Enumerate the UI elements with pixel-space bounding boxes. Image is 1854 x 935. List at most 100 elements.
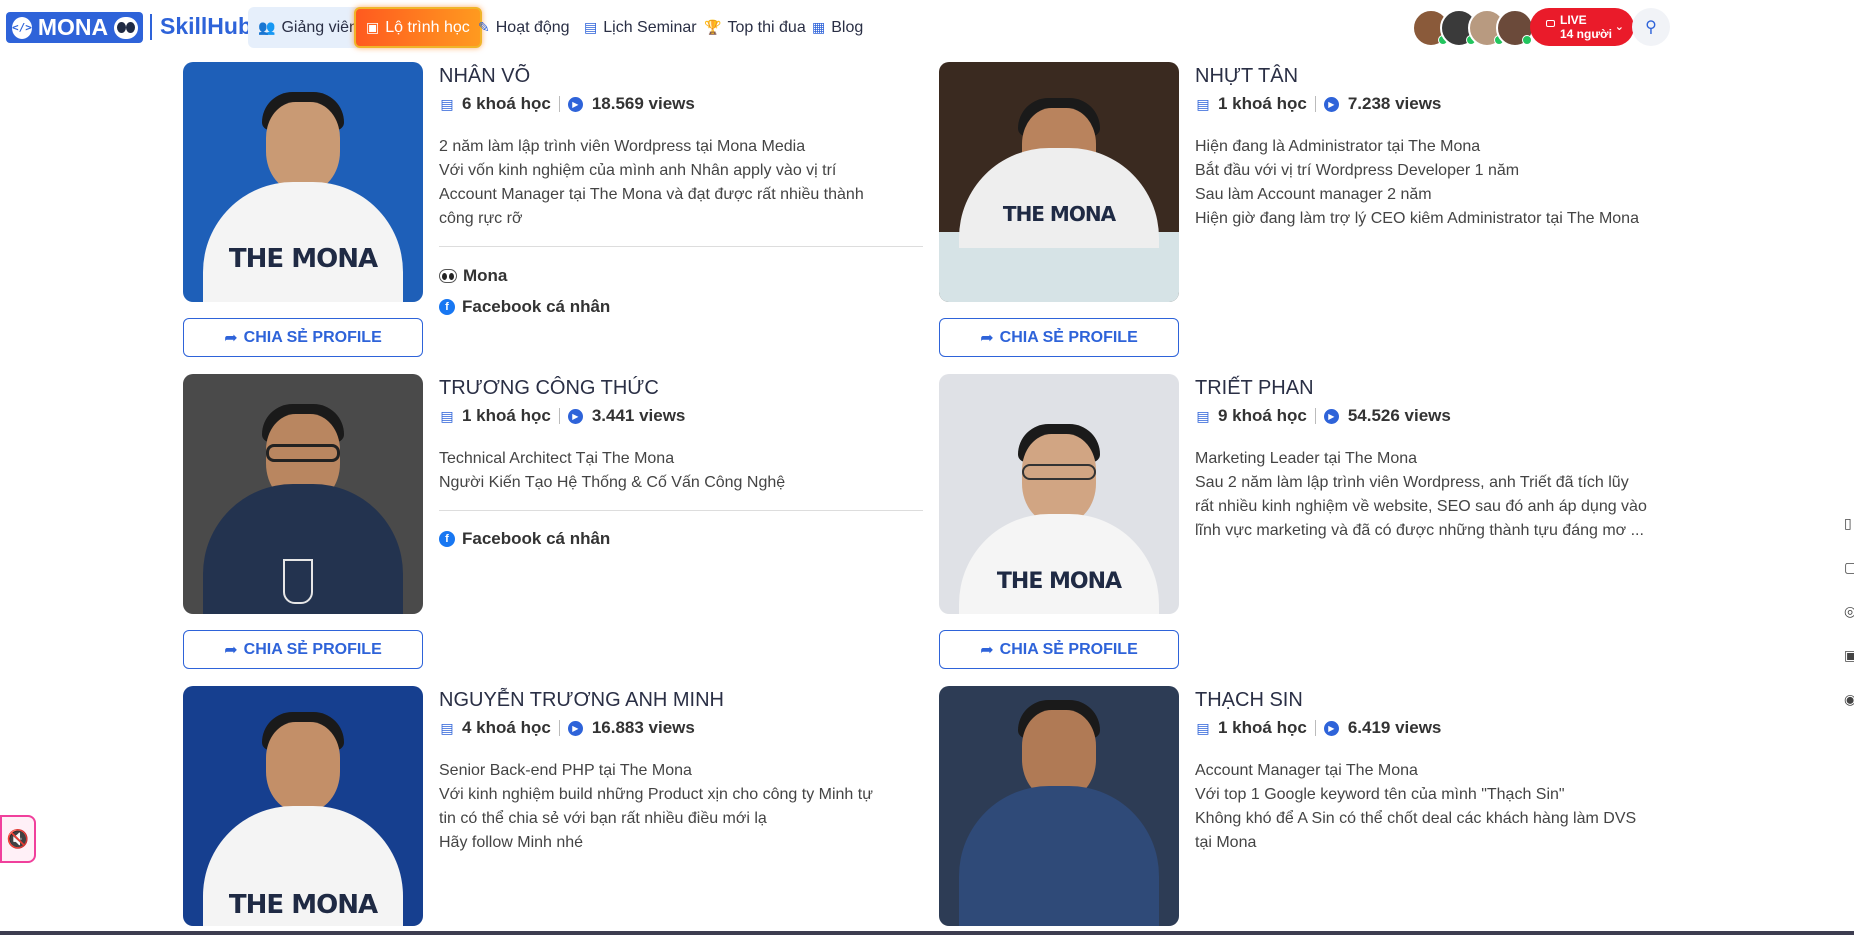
bio-line: Người Kiến Tạo Hệ Thống & Cố Vấn Công Ng…: [439, 474, 786, 491]
calendar-icon: ▤: [584, 19, 598, 35]
bio-line: Không khó để A Sin có thể chốt deal các …: [1195, 810, 1637, 827]
nav-hoat-dong[interactable]: ✎ Hoạt động: [468, 7, 580, 48]
instructor-card: ➦ CHIA SẺ PROFILE TRƯƠNG CÔNG THỨC ▤ 1 k…: [183, 374, 923, 669]
photo-face: [266, 102, 340, 192]
play-icon: ▶: [1323, 408, 1339, 424]
instructor-bio: Account Manager tại The Mona Với top 1 G…: [1195, 759, 1685, 855]
instructor-card: THE MONA ➦ CHIA SẺ PROFILE TRIẾT PHAN ▤ …: [939, 374, 1679, 669]
instructor-photo[interactable]: THE MONA: [939, 374, 1179, 614]
nav-giang-vien[interactable]: 👥 Giảng viên: [248, 7, 368, 48]
share-profile-button[interactable]: ➦ CHIA SẺ PROFILE: [183, 318, 423, 357]
course-icon: ▤: [1196, 95, 1210, 112]
play-icon: ▶: [567, 96, 583, 112]
nav-label: Lộ trình học: [385, 18, 470, 36]
instructor-name: TRIẾT PHAN: [1195, 377, 1314, 399]
instructor-card: THẠCH SIN ▤ 1 khoá học ▶ 6.419 views Acc…: [939, 686, 1679, 935]
share-icon: ➦: [980, 329, 994, 347]
share-profile-button[interactable]: ➦ CHIA SẺ PROFILE: [939, 630, 1179, 669]
photo-brand: THE MONA: [1002, 202, 1116, 226]
nav-lich-seminar[interactable]: ▤ Lịch Seminar: [574, 7, 707, 48]
nav-blog[interactable]: ▦ Blog: [802, 7, 873, 48]
bio-line: Bắt đầu với vị trí Wordpress Developer 1…: [1195, 162, 1520, 179]
link-label: Facebook cá nhân: [462, 529, 611, 548]
facebook-link[interactable]: f Facebook cá nhân: [439, 297, 610, 317]
search-button[interactable]: ⚲: [1632, 8, 1670, 46]
share-label: CHIA SẺ PROFILE: [243, 328, 382, 346]
bio-line: Technical Architect Tại The Mona: [439, 450, 675, 467]
instructor-photo[interactable]: [183, 374, 423, 614]
bio-line: Senior Back-end PHP tại The Mona: [439, 762, 692, 779]
phone-icon[interactable]: ▯: [1844, 515, 1854, 559]
facebook-icon: f: [439, 531, 455, 547]
users-icon[interactable]: ▣: [1844, 647, 1854, 691]
avatar: [1496, 8, 1534, 47]
instructor-photo[interactable]: THE MONA: [183, 62, 423, 302]
instructor-name: NHÂN VÕ: [439, 65, 531, 87]
bio-line: 2 năm làm lập trình viên Wordpress tại M…: [439, 138, 806, 155]
bio-line: công rực rỡ: [439, 210, 523, 227]
nav-top-thi-dua[interactable]: 🏆 Top thi đua: [694, 7, 816, 48]
link-label: Mona: [463, 266, 508, 285]
blog-icon: ▦: [812, 19, 826, 35]
photo-brand: THE MONA: [228, 890, 378, 920]
live-icon: [1546, 20, 1555, 27]
bio-line: Marketing Leader tại The Mona: [1195, 450, 1418, 467]
play-icon: ▶: [1323, 96, 1339, 112]
share-profile-button[interactable]: ➦ CHIA SẺ PROFILE: [183, 630, 423, 669]
bio-line: Account Manager tại The Mona và đạt được…: [439, 186, 864, 203]
share-label: CHIA SẺ PROFILE: [999, 328, 1138, 346]
megaphone-icon: ✎: [478, 19, 490, 35]
glasses-icon: [1022, 464, 1096, 480]
instructor-stats: ▤ 1 khoá học ▶ 6.419 views: [1195, 718, 1441, 738]
share-label: CHIA SẺ PROFILE: [243, 640, 382, 658]
view-count: 6.419 views: [1347, 718, 1442, 737]
instructor-photo[interactable]: [939, 686, 1179, 926]
stats-divider: [558, 720, 560, 736]
live-badge[interactable]: LIVE 14 người ⌄: [1530, 8, 1634, 46]
play-icon: ▶: [567, 720, 583, 736]
photo-body: [203, 182, 403, 302]
instructor-bio: 2 năm làm lập trình viên Wordpress tại M…: [439, 135, 929, 231]
wine-glass-icon: [283, 559, 313, 604]
code-icon: </>: [12, 16, 32, 39]
mail-icon[interactable]: ◎: [1844, 603, 1854, 647]
share-profile-button[interactable]: ➦ CHIA SẺ PROFILE: [939, 318, 1179, 357]
course-icon: ▤: [1196, 407, 1210, 424]
facebook-link[interactable]: f Facebook cá nhân: [439, 529, 610, 549]
instructor-stats: ▤ 1 khoá học ▶ 3.441 views: [439, 406, 685, 426]
bio-line: Với top 1 Google keyword tên của mình "T…: [1195, 786, 1565, 803]
bio-line: Sau làm Account manager 2 năm: [1195, 186, 1432, 203]
chat-icon[interactable]: ▢: [1844, 559, 1854, 603]
photo-brand: THE MONA: [996, 569, 1122, 594]
bio-line: tại Mona: [1195, 834, 1257, 851]
mona-link[interactable]: Mona: [439, 266, 507, 286]
share-icon: ➦: [224, 329, 238, 347]
play-icon: ▶: [1323, 720, 1339, 736]
course-count: 4 khoá học: [462, 718, 551, 737]
bio-line: Account Manager tại The Mona: [1195, 762, 1418, 779]
view-count: 7.238 views: [1347, 94, 1442, 113]
nav-lo-trinh-hoc[interactable]: ▣ Lộ trình học: [354, 7, 482, 48]
mona-logo[interactable]: </> MONA: [6, 12, 143, 43]
instructor-photo[interactable]: THE MONA: [939, 62, 1179, 302]
live-viewers[interactable]: LIVE 14 người ⌄: [1412, 7, 1634, 48]
view-count: 16.883 views: [591, 718, 695, 737]
bio-line: Hiện giờ đang làm trợ lý CEO kiêm Admini…: [1195, 210, 1639, 227]
bot-icon[interactable]: ◉: [1844, 691, 1854, 735]
chevron-down-icon: ⌄: [1614, 21, 1624, 33]
floating-side-toolbar: ▯ ▢ ◎ ▣ ◉: [1844, 515, 1854, 735]
trophy-icon: 🏆: [704, 19, 722, 35]
course-icon: ▤: [440, 95, 454, 112]
nav-label: Lịch Seminar: [603, 18, 697, 36]
glasses-icon: [266, 444, 340, 462]
bottom-bar: [0, 931, 1854, 935]
course-count: 1 khoá học: [1218, 94, 1307, 113]
bio-line: Với vốn kinh nghiệm của mình anh Nhân ap…: [439, 162, 837, 179]
nav-label: Top thi đua: [727, 18, 806, 36]
photo-face: [266, 722, 340, 812]
instructor-bio: Technical Architect Tại The Mona Người K…: [439, 447, 929, 495]
sound-toggle-button[interactable]: 🔇: [0, 815, 36, 863]
instructor-photo[interactable]: THE MONA: [183, 686, 423, 926]
instructor-name: NHỰT TÂN: [1195, 65, 1299, 87]
instructor-card: THE MONA NGUYỄN TRƯƠNG ANH MINH ▤ 4 khoá…: [183, 686, 923, 935]
